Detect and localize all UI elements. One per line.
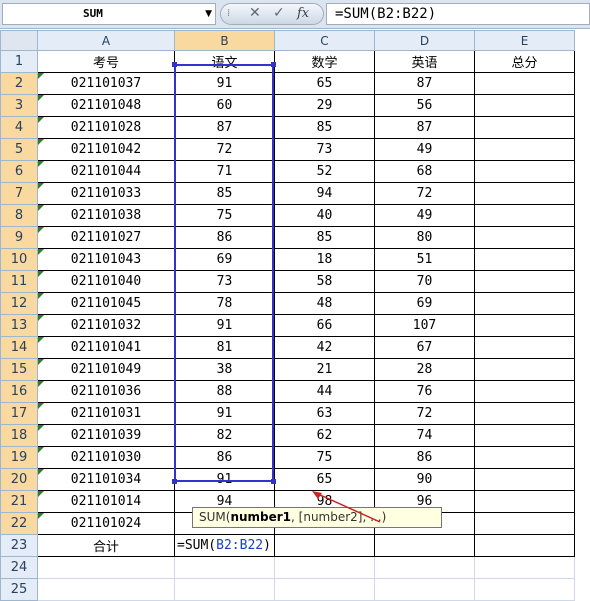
empty-cell[interactable] [474,556,575,579]
empty-cell[interactable] [274,534,375,557]
table-row: 24 [0,556,575,579]
empty-cell[interactable] [474,534,575,557]
empty-cell[interactable] [174,556,275,579]
row-header[interactable]: 25 [0,578,38,601]
arrow-head [312,491,322,499]
empty-cell[interactable] [274,556,375,579]
empty-cell[interactable] [274,578,375,601]
empty-cell[interactable] [174,578,275,601]
empty-cell[interactable] [374,534,475,557]
total-label[interactable]: 合计 [37,534,175,557]
empty-cell[interactable] [37,556,175,579]
row-header[interactable]: 23 [0,534,38,557]
empty-cell[interactable] [474,578,575,601]
table-row: 23 合计 =SUM(B2:B22) [0,534,575,557]
active-cell[interactable]: =SUM(B2:B22) [174,534,275,557]
formula-suffix: ) [263,538,271,553]
annotation-arrow [312,491,381,523]
arrow-line [317,493,381,523]
row-header[interactable]: 24 [0,556,38,579]
empty-cell[interactable] [37,578,175,601]
table-row: 25 [0,578,575,601]
empty-cell[interactable] [374,578,475,601]
formula-prefix: =SUM( [177,538,217,553]
empty-cell[interactable] [374,556,475,579]
formula-range: B2:B22 [216,538,264,553]
